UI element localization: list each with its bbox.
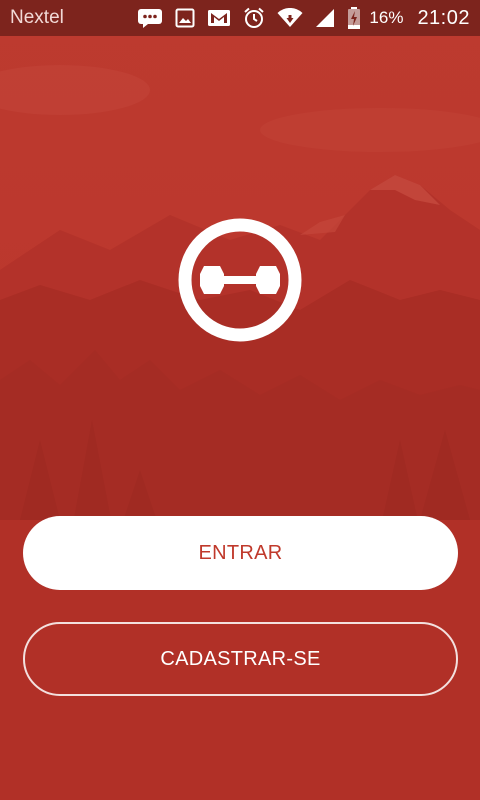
- battery-charging-icon: [347, 7, 361, 29]
- alarm-icon: [243, 7, 265, 29]
- status-icons: 16% 21:02: [125, 7, 470, 30]
- clock: 21:02: [417, 6, 470, 29]
- login-button[interactable]: ENTRAR: [23, 516, 458, 590]
- message-icon: [137, 8, 163, 28]
- battery-percent: 16%: [369, 8, 404, 27]
- signup-button[interactable]: CADASTRAR-SE: [23, 622, 458, 696]
- signup-button-label: CADASTRAR-SE: [160, 647, 321, 670]
- wifi-icon: [277, 8, 303, 28]
- image-icon: [175, 8, 195, 28]
- signal-icon: [315, 8, 335, 28]
- carrier-name: Nextel: [10, 7, 64, 28]
- status-bar: Nextel 16% 21:02: [0, 0, 480, 36]
- dumbbell-icon: [178, 218, 302, 342]
- gmail-icon: [207, 9, 231, 27]
- app-logo: [178, 218, 302, 342]
- login-button-label: ENTRAR: [198, 541, 283, 564]
